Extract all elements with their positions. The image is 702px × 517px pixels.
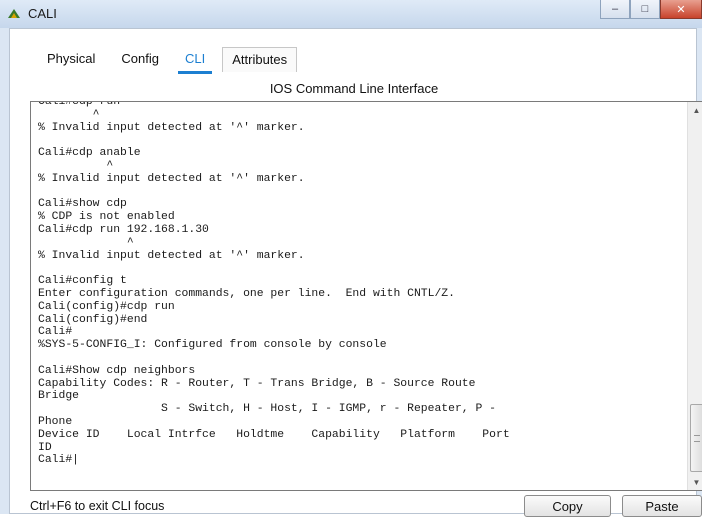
device-panel: Physical Config CLI Attributes IOS Comma… <box>9 28 702 517</box>
tab-cli[interactable]: CLI <box>176 47 214 74</box>
console-line: Device ID Local Intrfce Holdtme Capabili… <box>38 428 510 441</box>
close-button[interactable]: ✕ <box>660 0 702 19</box>
console-line: % Invalid input detected at '^' marker. <box>38 172 305 185</box>
console-line: % Invalid input detected at '^' marker. <box>38 121 305 134</box>
console-line: % CDP is not enabled <box>38 211 175 224</box>
maximize-button[interactable]: □ <box>630 0 660 19</box>
window-title: CALI <box>28 6 57 21</box>
tab-physical[interactable]: Physical <box>38 47 104 72</box>
window-controls: – □ ✕ <box>600 0 702 20</box>
console-line: Capability Codes: R - Router, T - Trans … <box>38 377 476 390</box>
console-line: Cali#cdp anable <box>38 147 141 160</box>
console-line: Cali#| <box>38 454 80 467</box>
console-line: %SYS-5-CONFIG_I: Configured from console… <box>38 339 387 352</box>
console-line: ID <box>38 441 52 454</box>
console-line: S - Switch, H - Host, I - IGMP, r - Repe… <box>38 403 496 416</box>
panel-title: IOS Command Line Interface <box>269 81 439 96</box>
console-line: Cali#cdp run <box>38 101 121 108</box>
tab-config[interactable]: Config <box>112 47 168 72</box>
minimize-button[interactable]: – <box>600 0 630 19</box>
tab-attributes[interactable]: Attributes <box>222 47 298 72</box>
exit-focus-hint: Ctrl+F6 to exit CLI focus <box>30 499 165 513</box>
console-line: Cali#Show cdp neighbors <box>38 364 196 377</box>
scrollbar-thumb[interactable] <box>690 404 702 472</box>
console-line: Cali(config)#end <box>38 313 148 326</box>
app-window: CALI – □ ✕ Physical Config CLI Attribute… <box>0 0 702 517</box>
app-icon <box>8 9 20 18</box>
console-line: Bridge <box>38 390 80 403</box>
console-line: Cali#show cdp <box>38 198 127 211</box>
console-output[interactable]: Cali#cdp run ^% Invalid input detected a… <box>38 101 678 467</box>
scroll-down-icon[interactable]: ▼ <box>688 474 702 490</box>
tab-bar: Physical Config CLI Attributes <box>38 47 305 74</box>
console-line: Enter configuration commands, one per li… <box>38 287 455 300</box>
title-bar[interactable]: CALI – □ ✕ <box>0 0 702 28</box>
console-line: Phone <box>38 415 73 428</box>
cli-console[interactable]: Cali#cdp run ^% Invalid input detected a… <box>30 101 702 491</box>
console-line: Cali#config t <box>38 275 127 288</box>
console-line: Cali# <box>38 326 73 339</box>
console-scrollbar[interactable]: ▲ ▼ <box>687 102 702 490</box>
console-line: ^ <box>38 236 134 249</box>
console-line: ^ <box>38 108 100 121</box>
console-line: Cali#cdp run 192.168.1.30 <box>38 223 209 236</box>
console-line: % Invalid input detected at '^' marker. <box>38 249 305 262</box>
scroll-up-icon[interactable]: ▲ <box>688 102 702 118</box>
console-line: Cali(config)#cdp run <box>38 300 175 313</box>
console-line: ^ <box>38 159 114 172</box>
